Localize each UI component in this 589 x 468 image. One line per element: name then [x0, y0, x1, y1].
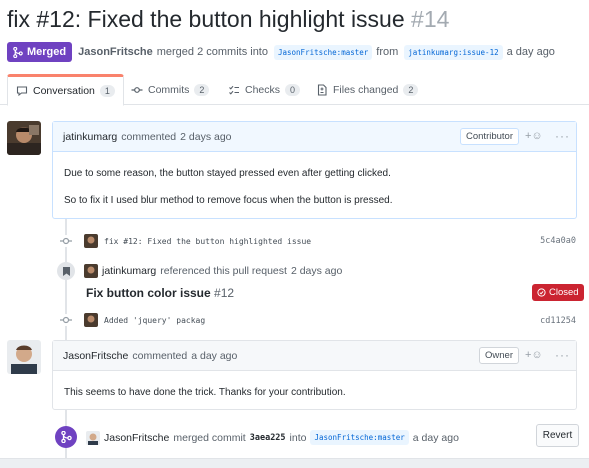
pr-author-link[interactable]: JasonFritsche	[78, 46, 153, 58]
avatar-jatinkumarg-icon	[7, 121, 41, 155]
merge-icon	[13, 46, 23, 58]
commit-sha-link[interactable]: cd11254	[540, 316, 576, 326]
avatar[interactable]	[84, 264, 98, 278]
tab-counter: 0	[285, 83, 301, 96]
file-diff-icon	[317, 83, 327, 96]
comment-box: jatinkumarg commented 2 days ago Contrib…	[52, 121, 577, 219]
role-badge: Owner	[479, 347, 519, 364]
comment-author[interactable]: jatinkumarg	[63, 131, 117, 143]
comment-action: commented	[132, 349, 188, 362]
commit-message-link[interactable]: Added 'jquery' packag	[104, 316, 205, 325]
tab-label: Conversation	[33, 85, 95, 97]
reference-author[interactable]: jatinkumarg	[102, 265, 156, 277]
comment-time[interactable]: 2 days ago	[180, 131, 231, 143]
avatar[interactable]	[7, 121, 41, 155]
checks-icon	[229, 85, 239, 95]
revert-button[interactable]: Revert	[536, 424, 579, 447]
reference-text: referenced this pull request	[160, 265, 287, 277]
head-branch[interactable]: jatinkumarg:issue-12	[404, 44, 503, 60]
merge-commit-sha[interactable]: 3aea225	[250, 433, 286, 443]
merge-into-text: into	[289, 431, 307, 444]
bookmark-icon	[57, 262, 75, 280]
tab-checks[interactable]: Checks 0	[228, 74, 301, 105]
pr-number: #14	[411, 6, 450, 32]
issue-number: #12	[214, 286, 235, 300]
comment-action: commented	[121, 130, 177, 143]
from-text: from	[376, 46, 399, 58]
tab-counter: 1	[99, 85, 115, 97]
tab-conversation[interactable]: Conversation 1	[7, 74, 124, 106]
pr-title: fix #12: Fixed the button highlight issu…	[7, 6, 449, 33]
merge-text: merged commit	[173, 431, 246, 444]
comment-line: This seems to have done the trick. Thank…	[64, 387, 346, 398]
commit-row: Added 'jquery' packag	[84, 312, 205, 328]
comment-line: Due to some reason, the button stayed pr…	[64, 168, 391, 179]
closed-badge: Closed	[532, 284, 584, 301]
commit-icon	[131, 86, 143, 93]
pr-merge-text: merged 2 commits into	[156, 46, 268, 58]
tab-label: Checks	[245, 83, 281, 96]
commit-sha-link[interactable]: 5c4a0a0	[540, 236, 576, 246]
tab-files-changed[interactable]: Files changed 2	[316, 74, 419, 105]
base-branch[interactable]: JasonFritsche:master	[273, 44, 373, 60]
more-options-icon[interactable]: ···	[555, 129, 570, 143]
tab-label: Files changed	[333, 83, 399, 96]
merge-branch[interactable]: JasonFritsche:master	[310, 430, 409, 445]
commit-row: fix #12: Fixed the button highlighted is…	[84, 233, 311, 249]
commit-message-link[interactable]: fix #12: Fixed the button highlighted is…	[104, 237, 311, 246]
avatar[interactable]	[7, 340, 41, 374]
pr-meta: Merged JasonFritsche merged 2 commits in…	[7, 42, 555, 62]
merged-badge: Merged	[7, 42, 73, 62]
referenced-issue-link[interactable]: Fix button color issue #12	[86, 286, 234, 300]
pr-tabs: Conversation 1 Commits 2 Checks 0 Files …	[0, 74, 589, 106]
tab-commits[interactable]: Commits 2	[131, 74, 210, 105]
merge-event-icon	[55, 426, 77, 448]
comment-time[interactable]: a day ago	[191, 350, 237, 362]
more-options-icon[interactable]: ···	[555, 348, 570, 362]
pr-title-text: fix #12: Fixed the button highlight issu…	[7, 6, 405, 32]
issue-title: Fix button color issue	[86, 286, 211, 300]
add-reaction-icon[interactable]: +☺	[525, 130, 543, 142]
tab-counter: 2	[403, 83, 419, 96]
avatar[interactable]	[84, 313, 98, 327]
timeline-footer-bar	[0, 458, 589, 468]
merge-event: JasonFritsche merged commit 3aea225 into…	[86, 430, 459, 445]
comment-line: So to fix it I used blur method to remov…	[64, 195, 393, 206]
tab-label: Commits	[148, 83, 190, 96]
add-reaction-icon[interactable]: +☺	[525, 349, 543, 361]
avatar-jasonfritsche-icon	[7, 340, 41, 374]
issue-closed-icon	[537, 288, 546, 297]
avatar[interactable]	[86, 430, 100, 445]
comment-box: JasonFritsche commented a day ago Owner …	[52, 340, 577, 410]
pr-time: a day ago	[506, 46, 555, 58]
reference-event: jatinkumarg referenced this pull request…	[84, 264, 342, 278]
commit-dot-icon	[60, 314, 72, 326]
comment-header: JasonFritsche commented a day ago Owner …	[53, 341, 576, 371]
closed-label: Closed	[549, 287, 579, 298]
tab-counter: 2	[194, 83, 210, 96]
comment-author[interactable]: JasonFritsche	[63, 350, 128, 362]
role-badge: Contributor	[460, 128, 519, 145]
comment-header: jatinkumarg commented 2 days ago Contrib…	[53, 122, 576, 152]
avatar[interactable]	[84, 234, 98, 248]
merge-time[interactable]: a day ago	[413, 432, 459, 444]
commit-dot-icon	[60, 235, 72, 247]
merge-author[interactable]: JasonFritsche	[104, 432, 169, 444]
comment-icon	[16, 86, 28, 97]
merged-badge-label: Merged	[27, 46, 67, 58]
reference-time[interactable]: 2 days ago	[291, 265, 342, 277]
